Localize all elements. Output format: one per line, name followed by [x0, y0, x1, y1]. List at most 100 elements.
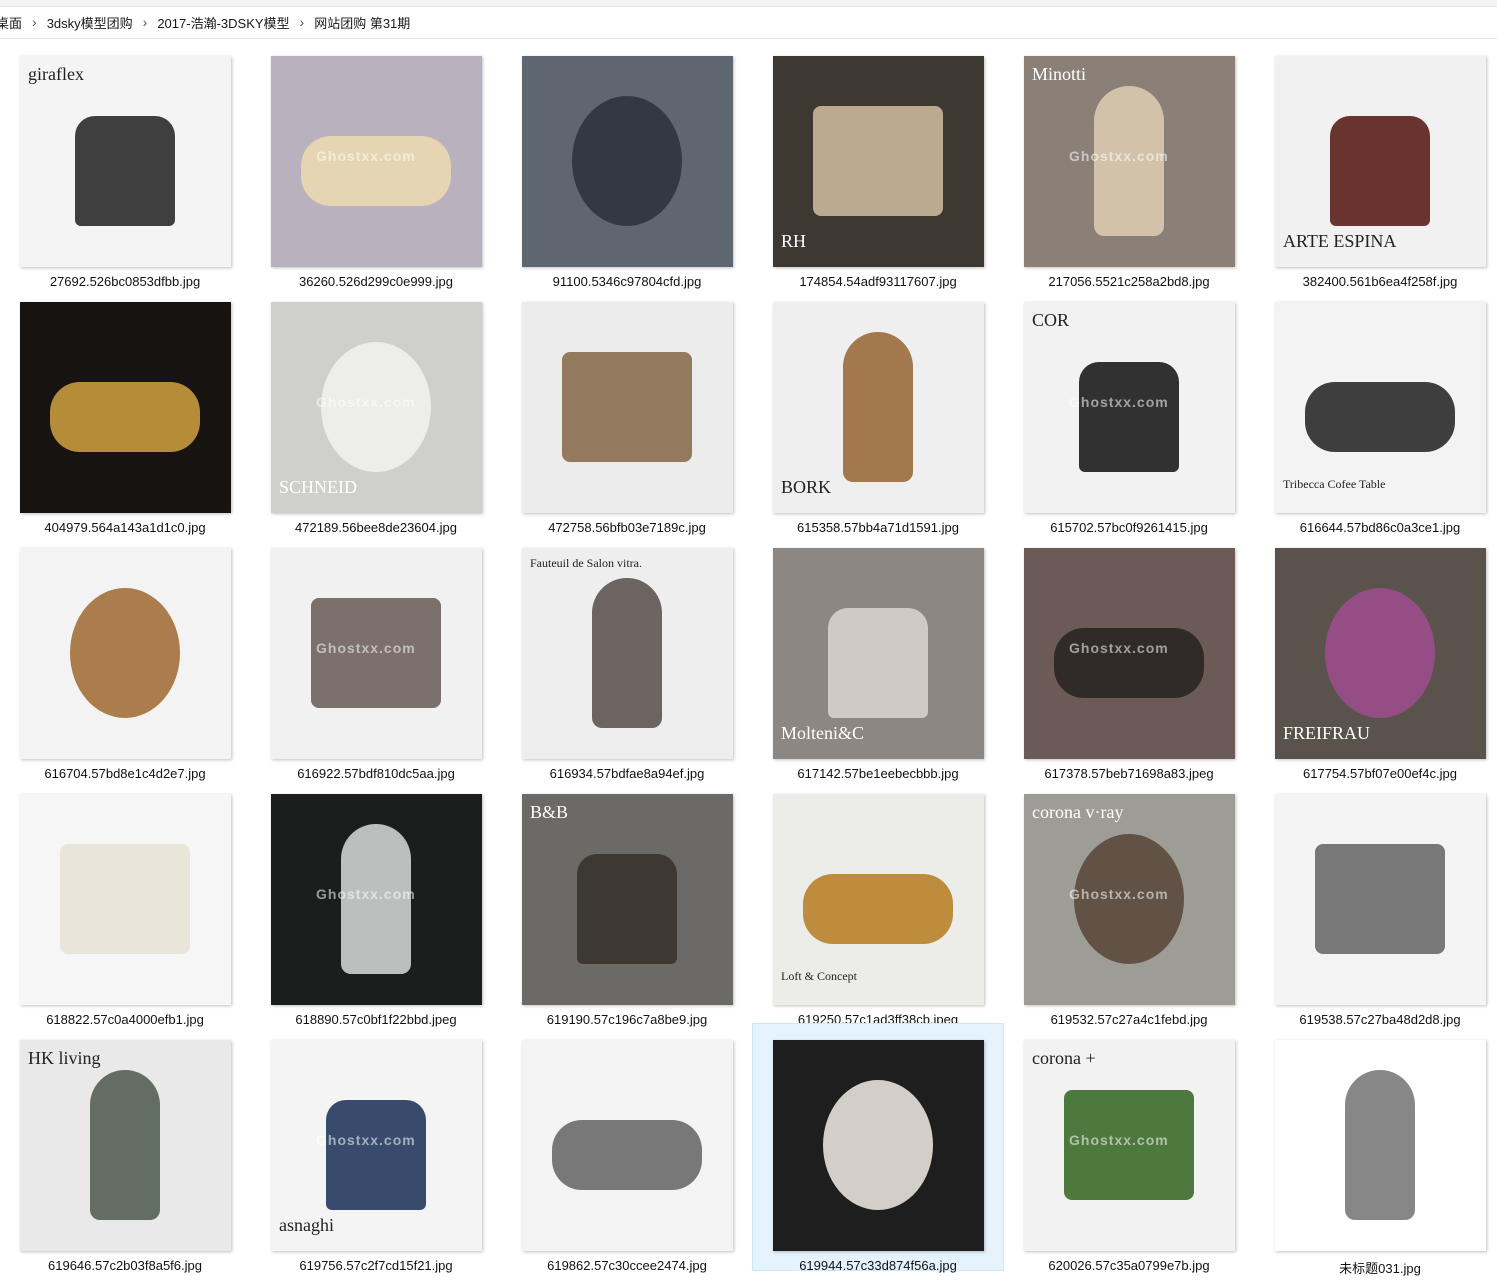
- breadcrumb-item-current[interactable]: 网站团购 第31期: [310, 13, 414, 32]
- file-thumbnail[interactable]: Ghostxx.com: [271, 56, 482, 267]
- file-item[interactable]: giraflex 27692.526bc0853dfbb.jpg: [0, 40, 250, 289]
- file-item[interactable]: 619944.57c33d874f56a.jpg: [752, 1023, 1004, 1273]
- file-thumbnail[interactable]: [773, 1040, 984, 1251]
- file-thumbnail[interactable]: Tribecca Cofee Table: [1275, 302, 1486, 513]
- file-thumbnail[interactable]: B&B: [522, 794, 733, 1005]
- file-thumbnail[interactable]: [1275, 1040, 1486, 1251]
- watermark-text: Ghostxx.com: [1069, 886, 1169, 902]
- file-item[interactable]: Molteni&C 617142.57be1eebecbbb.jpg: [753, 532, 1003, 781]
- file-item[interactable]: Tribecca Cofee Table 616644.57bd86c0a3ce1…: [1255, 286, 1497, 535]
- file-name: 619944.57c33d874f56a.jpg: [799, 1258, 957, 1273]
- file-name: 620026.57c35a0799e7b.jpg: [1048, 1258, 1210, 1273]
- product-image: [572, 96, 682, 226]
- file-thumbnail[interactable]: asnaghi Ghostxx.com: [271, 1040, 482, 1251]
- file-item[interactable]: Minotti Ghostxx.com 217056.5521c258a2bd8.j…: [1004, 40, 1254, 289]
- product-image: [75, 116, 175, 226]
- brand-label: COR: [1032, 310, 1070, 330]
- product-image: [1315, 844, 1445, 954]
- file-item[interactable]: 619538.57c27ba48d2d8.jpg: [1255, 778, 1497, 1027]
- file-thumbnail[interactable]: RH: [773, 56, 984, 267]
- watermark-text: Ghostxx.com: [1069, 1132, 1169, 1148]
- file-thumbnail[interactable]: giraflex: [20, 56, 231, 267]
- brand-label: corona +: [1032, 1048, 1096, 1068]
- file-thumbnail[interactable]: corona + Ghostxx.com: [1024, 1040, 1235, 1251]
- watermark-text: Ghostxx.com: [1069, 640, 1169, 656]
- file-thumbnail[interactable]: BORK: [773, 302, 984, 513]
- breadcrumb-item-2017[interactable]: 2017-浩瀚-3DSKY模型: [153, 13, 293, 32]
- file-item[interactable]: corona + Ghostxx.com 620026.57c35a0799e7b.…: [1004, 1024, 1254, 1273]
- brand-label: SCHNEID: [279, 477, 358, 497]
- brand-label: FREIFRAU: [1283, 723, 1371, 743]
- file-thumbnail[interactable]: [20, 794, 231, 1005]
- brand-label: Loft & Concept: [781, 969, 857, 983]
- file-item[interactable]: 未标题031.jpg: [1255, 1024, 1497, 1276]
- product-image: [577, 854, 677, 964]
- product-image: [1054, 628, 1204, 698]
- file-item[interactable]: Ghostxx.com 618890.57c0bf1f22bbd.jpeg: [251, 778, 501, 1027]
- file-item[interactable]: Ghostxx.com 36260.526d299c0e999.jpg: [251, 40, 501, 289]
- file-thumbnail[interactable]: [20, 548, 231, 759]
- file-thumbnail[interactable]: [522, 1040, 733, 1251]
- chevron-right-icon[interactable]: ›: [294, 14, 311, 30]
- product-image: [823, 1080, 933, 1210]
- file-thumbnail[interactable]: [522, 302, 733, 513]
- file-item[interactable]: Ghostxx.com 616922.57bdf810dc5aa.jpg: [251, 532, 501, 781]
- file-thumbnail[interactable]: Minotti Ghostxx.com: [1024, 56, 1235, 267]
- watermark-text: Ghostxx.com: [316, 640, 416, 656]
- chevron-right-icon[interactable]: ›: [26, 14, 43, 30]
- file-thumbnail[interactable]: [20, 302, 231, 513]
- file-thumbnail[interactable]: Molteni&C: [773, 548, 984, 759]
- file-item[interactable]: Ghostxx.com 617378.57beb71698a83.jpeg: [1004, 532, 1254, 781]
- chevron-right-icon[interactable]: ›: [137, 14, 154, 30]
- file-thumbnail[interactable]: Ghostxx.com: [271, 794, 482, 1005]
- file-item[interactable]: corona v·ray Ghostxx.com 619532.57c27a4c1f…: [1004, 778, 1254, 1027]
- file-thumbnail[interactable]: corona v·ray Ghostxx.com: [1024, 794, 1235, 1005]
- breadcrumb: 桌面 › 3dsky模型团购 › 2017-浩瀚-3DSKY模型 › 网站团购 …: [0, 6, 1497, 39]
- file-thumbnail[interactable]: COR Ghostxx.com: [1024, 302, 1235, 513]
- file-thumbnail[interactable]: [1275, 794, 1486, 1005]
- file-thumbnail[interactable]: SCHNEID Ghostxx.com: [271, 302, 482, 513]
- breadcrumb-item-desktop[interactable]: 桌面: [0, 13, 26, 32]
- file-item[interactable]: Loft & Concept 619250.57c1ad3ff38cb.jpeg: [753, 778, 1003, 1027]
- file-item[interactable]: ARTE ESPINA 382400.561b6ea4f258f.jpg: [1255, 40, 1497, 289]
- file-thumbnail[interactable]: ARTE ESPINA: [1275, 56, 1486, 267]
- file-thumbnail[interactable]: [522, 56, 733, 267]
- file-item[interactable]: 618822.57c0a4000efb1.jpg: [0, 778, 250, 1027]
- brand-label: BORK: [781, 477, 832, 497]
- file-thumbnail[interactable]: HK living: [20, 1040, 231, 1251]
- file-item[interactable]: Fauteuil de Salon vitra. 616934.57bdfae8a…: [502, 532, 752, 781]
- watermark-text: Ghostxx.com: [316, 886, 416, 902]
- file-thumbnail[interactable]: Ghostxx.com: [271, 548, 482, 759]
- product-image: [301, 136, 451, 206]
- file-item[interactable]: FREIFRAU 617754.57bf07e00ef4c.jpg: [1255, 532, 1497, 781]
- brand-label: asnaghi: [279, 1215, 334, 1235]
- file-item[interactable]: HK living 619646.57c2b03f8a5f6.jpg: [0, 1024, 250, 1273]
- file-item[interactable]: asnaghi Ghostxx.com 619756.57c2f7cd15f21.j…: [251, 1024, 501, 1273]
- file-item[interactable]: 91100.5346c97804cfd.jpg: [502, 40, 752, 289]
- brand-label: giraflex: [28, 64, 84, 84]
- product-image: [813, 106, 943, 216]
- file-item[interactable]: SCHNEID Ghostxx.com 472189.56bee8de23604.j…: [251, 286, 501, 535]
- file-thumbnail[interactable]: Ghostxx.com: [1024, 548, 1235, 759]
- file-name: 619646.57c2b03f8a5f6.jpg: [48, 1258, 202, 1273]
- file-item[interactable]: COR Ghostxx.com 615702.57bc0f9261415.jpg: [1004, 286, 1254, 535]
- watermark-text: Ghostxx.com: [316, 148, 416, 164]
- breadcrumb-item-3dsky[interactable]: 3dsky模型团购: [43, 13, 137, 32]
- product-image: [90, 1070, 160, 1220]
- file-name: 619862.57c30ccee2474.jpg: [547, 1258, 707, 1273]
- brand-label: B&B: [530, 802, 569, 822]
- file-item[interactable]: B&B 619190.57c196c7a8be9.jpg: [502, 778, 752, 1027]
- watermark-text: Ghostxx.com: [316, 394, 416, 410]
- file-item[interactable]: 404979.564a143a1d1c0.jpg: [0, 286, 250, 535]
- file-item[interactable]: RH 174854.54adf93117607.jpg: [753, 40, 1003, 289]
- file-item[interactable]: 616704.57bd8e1c4d2e7.jpg: [0, 532, 250, 781]
- file-thumbnail[interactable]: Loft & Concept: [773, 794, 984, 1005]
- brand-label: Fauteuil de Salon vitra.: [530, 556, 642, 570]
- product-image: [828, 608, 928, 718]
- file-thumbnail[interactable]: Fauteuil de Salon vitra.: [522, 548, 733, 759]
- file-item[interactable]: 472758.56bfb03e7189c.jpg: [502, 286, 752, 535]
- brand-label: ARTE ESPINA: [1283, 231, 1397, 251]
- file-thumbnail[interactable]: FREIFRAU: [1275, 548, 1486, 759]
- file-item[interactable]: BORK 615358.57bb4a71d1591.jpg: [753, 286, 1003, 535]
- file-item[interactable]: 619862.57c30ccee2474.jpg: [502, 1024, 752, 1273]
